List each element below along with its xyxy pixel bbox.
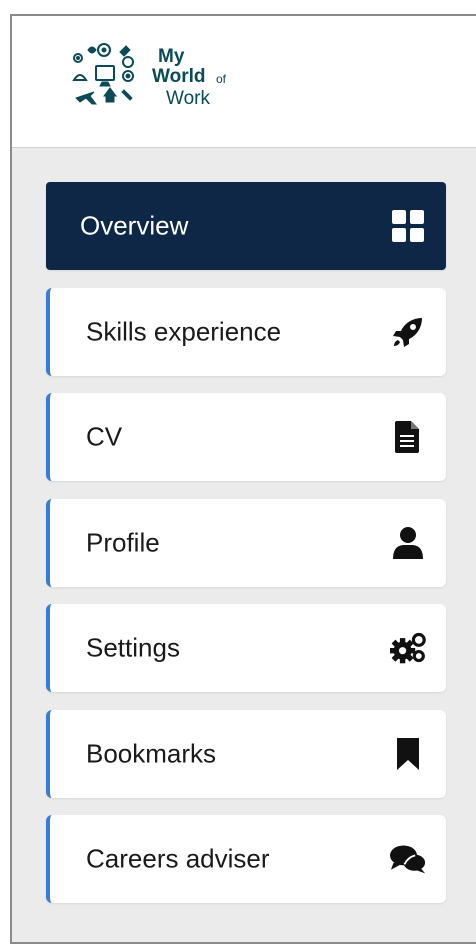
header: My World of Work — [12, 16, 476, 148]
menu-item-label: Bookmarks — [86, 738, 217, 768]
bookmark-icon — [390, 736, 426, 772]
my-world-of-work-logo[interactable]: My World of Work — [66, 40, 246, 120]
menu-item-settings[interactable]: Settings — [46, 604, 446, 692]
logo-icon-cluster — [72, 43, 134, 105]
document-icon — [390, 419, 426, 455]
chat-icon — [390, 841, 426, 877]
menu-item-bookmarks[interactable]: Bookmarks — [46, 709, 446, 798]
menu-item-skills-experience[interactable]: Skills experience — [46, 287, 446, 376]
logo-world-text: World — [152, 66, 206, 87]
logo-my-text: My — [158, 46, 185, 67]
user-icon — [390, 525, 426, 561]
gears-icon — [390, 630, 426, 666]
menu-item-label: Settings — [86, 632, 180, 663]
rocket-icon — [390, 314, 426, 350]
grid-icon — [390, 208, 426, 244]
menu-item-label: Careers adviser — [86, 843, 270, 874]
menu-item-cv[interactable]: CV — [46, 393, 446, 481]
sidebar-menu: Overview Skills experience CV Profile Se… — [46, 182, 446, 921]
menu-item-label: Skills experience — [86, 316, 282, 346]
menu-item-overview[interactable]: Overview — [46, 182, 446, 270]
menu-item-careers-adviser[interactable]: Careers adviser — [46, 815, 446, 903]
app-frame: My World of Work Overview Skills experie… — [10, 14, 476, 944]
menu-item-label: Overview — [80, 210, 189, 241]
menu-item-label: Profile — [86, 527, 160, 557]
logo-of-text: of — [216, 72, 227, 86]
menu-item-label: CV — [86, 421, 123, 452]
menu-item-profile[interactable]: Profile — [46, 498, 446, 587]
logo-work-text: Work — [166, 88, 210, 109]
